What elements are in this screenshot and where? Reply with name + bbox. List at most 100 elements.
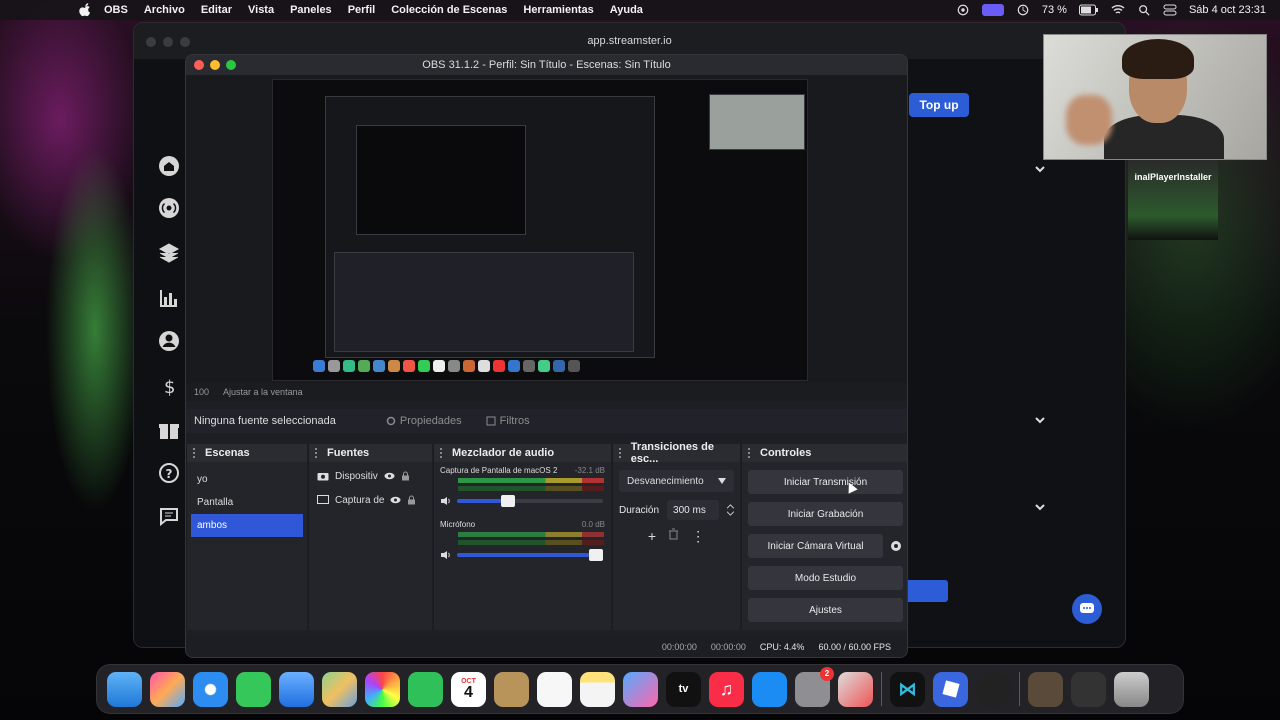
menu-archivo[interactable]: Archivo [144, 4, 185, 16]
notes-app-icon[interactable] [494, 671, 529, 707]
screen-mirror-icon[interactable] [981, 4, 1004, 16]
streamster-icon[interactable]: ⋈ [890, 671, 925, 707]
grip-icon[interactable] [315, 448, 322, 458]
scene-item-selected[interactable]: ambos [191, 514, 303, 537]
stepper-icon[interactable] [727, 503, 734, 517]
settings-button[interactable]: Ajustes [748, 598, 903, 622]
close-button[interactable] [194, 60, 204, 70]
player-installer-thumbnail[interactable]: inalPlayerInstaller [1128, 160, 1218, 240]
minimize-button[interactable] [163, 37, 173, 47]
filters-button[interactable]: Filtros [486, 415, 530, 427]
facetime-icon[interactable] [408, 671, 443, 707]
notes-icon[interactable] [580, 671, 615, 707]
photos-icon[interactable] [365, 671, 400, 707]
speaker-icon[interactable] [440, 550, 451, 560]
layers-icon[interactable] [158, 241, 180, 263]
apple-tv-icon[interactable]: tv [666, 671, 701, 707]
transition-select[interactable]: Desvanecimiento [619, 470, 734, 492]
chevron-down-icon[interactable] [1035, 415, 1045, 425]
chevron-down-icon[interactable] [1035, 502, 1045, 512]
grip-icon[interactable] [440, 448, 447, 458]
menu-coleccion-escenas[interactable]: Colección de Escenas [391, 4, 507, 16]
menu-vista[interactable]: Vista [248, 4, 274, 16]
messages-icon[interactable] [236, 671, 271, 707]
close-button[interactable] [146, 37, 156, 47]
zoom-button[interactable] [226, 60, 236, 70]
menu-perfil[interactable]: Perfil [348, 4, 376, 16]
speaker-icon[interactable] [440, 496, 451, 506]
roblox-icon[interactable] [933, 671, 968, 707]
volume-knob[interactable] [501, 495, 516, 507]
source-item[interactable]: Captura de [309, 488, 432, 512]
fit-window-label[interactable]: Ajustar a la ventana [223, 387, 303, 397]
lock-icon[interactable] [407, 495, 416, 505]
lock-icon[interactable] [401, 471, 410, 481]
program-preview[interactable] [272, 79, 808, 381]
source-item[interactable]: Dispositiv [309, 464, 432, 488]
home-icon[interactable] [158, 155, 180, 177]
search-icon[interactable] [1137, 4, 1151, 16]
user-icon[interactable] [158, 330, 180, 352]
grip-icon[interactable] [748, 448, 755, 458]
volume-slider[interactable] [457, 549, 603, 561]
trash-icon[interactable] [668, 528, 679, 540]
more-icon[interactable]: ⋮ [691, 528, 705, 545]
menu-editar[interactable]: Editar [201, 4, 232, 16]
focus-icon[interactable] [1016, 4, 1030, 16]
grip-icon[interactable] [619, 448, 626, 458]
start-recording-button[interactable]: Iniciar Grabación [748, 502, 903, 526]
support-chat-button[interactable] [1072, 594, 1102, 624]
studio-mode-button[interactable]: Modo Estudio [748, 566, 903, 590]
safari-icon[interactable] [193, 671, 228, 707]
calendar-icon[interactable]: OCT 4 [451, 671, 486, 707]
control-center-icon[interactable] [1163, 4, 1177, 16]
volume-knob[interactable] [589, 549, 603, 561]
action-chip[interactable] [902, 580, 948, 602]
maps-icon[interactable] [322, 671, 357, 707]
help-icon[interactable]: ? [158, 462, 180, 484]
gift-icon[interactable] [158, 419, 180, 441]
clock[interactable]: Sáb 4 oct 23:31 [1189, 4, 1266, 16]
menu-ayuda[interactable]: Ayuda [610, 4, 643, 16]
menu-paneles[interactable]: Paneles [290, 4, 332, 16]
downloads-icon[interactable] [1071, 671, 1106, 707]
eye-icon[interactable] [390, 496, 401, 504]
gear-icon[interactable] [889, 539, 903, 553]
mail-icon[interactable] [279, 671, 314, 707]
trash-icon[interactable] [1114, 671, 1149, 707]
duration-field[interactable]: 300 ms [667, 500, 720, 520]
eye-icon[interactable] [384, 472, 395, 480]
launchpad-icon[interactable] [150, 671, 185, 707]
freeform-icon[interactable] [623, 671, 658, 707]
scene-item[interactable]: Pantalla [187, 491, 307, 514]
start-virtual-camera-button[interactable]: Iniciar Cámara Virtual [748, 534, 883, 558]
volume-slider[interactable] [457, 495, 603, 507]
properties-button[interactable]: Propiedades [386, 415, 462, 427]
grip-icon[interactable] [193, 448, 200, 458]
minimize-button[interactable] [210, 60, 220, 70]
reminders-icon[interactable] [537, 671, 572, 707]
zoom-level[interactable]: 100 [194, 387, 209, 397]
obs-tray-icon[interactable] [956, 4, 970, 16]
finder-icon[interactable] [107, 671, 142, 707]
top-up-button[interactable]: Top up [909, 93, 969, 117]
dollar-icon[interactable]: $ [158, 375, 180, 397]
add-icon[interactable]: + [648, 528, 656, 545]
zoom-button[interactable] [180, 37, 190, 47]
start-stream-button[interactable]: Iniciar Transmisión [748, 470, 903, 494]
screenshot-app-icon[interactable] [838, 671, 873, 707]
battery-icon[interactable] [1078, 4, 1099, 16]
wifi-icon[interactable] [1111, 4, 1125, 16]
broadcast-icon[interactable] [158, 197, 180, 219]
scene-item[interactable]: yo [187, 468, 307, 491]
chat-icon[interactable] [158, 505, 180, 527]
system-settings-icon[interactable]: 2 [795, 666, 834, 707]
menu-herramientas[interactable]: Herramientas [523, 4, 593, 16]
address-bar[interactable]: app.streamster.io [587, 35, 671, 47]
app-store-icon[interactable] [752, 671, 787, 707]
stats-icon[interactable] [158, 287, 180, 309]
obs-icon[interactable] [976, 671, 1011, 707]
menu-obs[interactable]: OBS [104, 4, 128, 16]
chevron-down-icon[interactable] [1035, 164, 1045, 174]
apple-icon[interactable] [78, 3, 92, 17]
